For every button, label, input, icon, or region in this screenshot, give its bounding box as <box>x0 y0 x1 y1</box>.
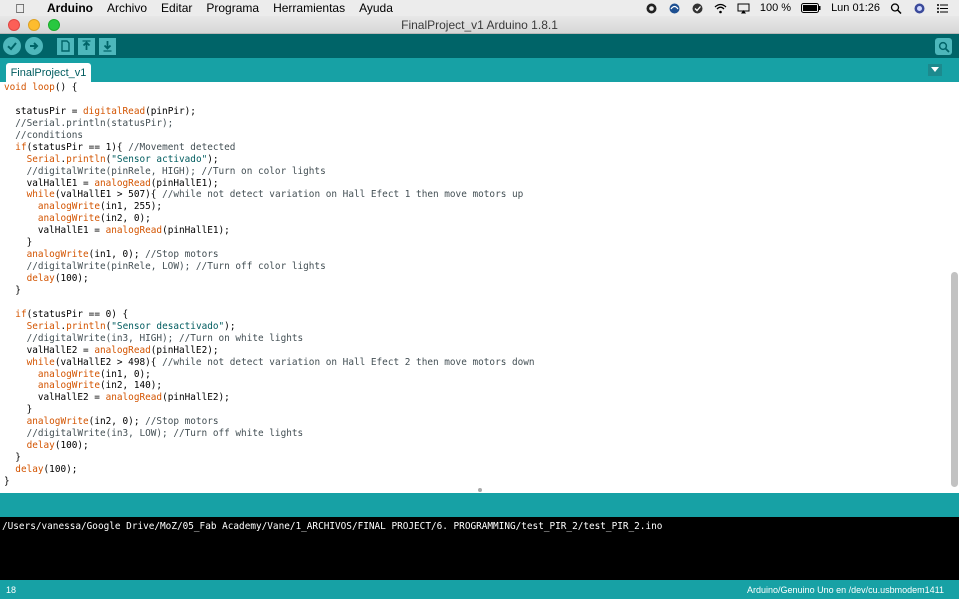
save-sketch-button[interactable] <box>99 37 116 55</box>
apple-icon[interactable]:  <box>0 1 40 16</box>
window-controls <box>8 18 60 31</box>
code-line[interactable]: valHallE2 = analogRead(pinHallE2); <box>4 392 535 404</box>
arrow-right-icon <box>30 42 39 50</box>
sync-app-icon[interactable] <box>668 3 681 14</box>
app-status-icon[interactable] <box>691 3 704 14</box>
creative-cloud-icon[interactable] <box>645 3 658 14</box>
code-line[interactable]: valHallE1 = analogRead(pinHallE1); <box>4 225 535 237</box>
code-line[interactable]: analogWrite(in1, 255); <box>4 201 535 213</box>
serial-monitor-button[interactable] <box>935 38 952 55</box>
tab-finalproject-v1[interactable]: FinalProject_v1 <box>6 63 91 82</box>
minimize-window-button[interactable] <box>28 18 40 31</box>
code-line[interactable]: delay(100); <box>4 440 535 452</box>
code-line[interactable]: analogWrite(in2, 0); <box>4 213 535 225</box>
code-line[interactable]: if(statusPir == 1){ //Movement detected <box>4 142 535 154</box>
code-line[interactable]: Serial.println("Sensor activado"); <box>4 154 535 166</box>
code-line[interactable]: while(valHallE2 > 498){ //while not dete… <box>4 357 535 369</box>
arrow-down-icon <box>103 41 112 52</box>
triangle-down-icon <box>931 67 939 72</box>
menubar-clock[interactable]: Lun 01:26 <box>831 2 880 14</box>
window-titlebar[interactable]: FinalProject_v1 Arduino 1.8.1 <box>0 16 959 34</box>
arduino-toolbar <box>0 34 959 58</box>
console-output[interactable]: /Users/vanessa/Google Drive/MoZ/05_Fab A… <box>0 517 959 580</box>
code-line[interactable]: if(statusPir == 0) { <box>4 309 535 321</box>
menu-programa[interactable]: Programa <box>199 1 266 15</box>
menubar-status-area: 100 % Lun 01:26 <box>645 2 959 14</box>
status-bar: 18 Arduino/Genuino Uno en /dev/cu.usbmod… <box>0 580 959 599</box>
menu-herramientas[interactable]: Herramientas <box>266 1 352 15</box>
board-port-info: Arduino/Genuino Uno en /dev/cu.usbmodem1… <box>747 585 944 595</box>
verify-button[interactable] <box>3 37 21 55</box>
siri-icon[interactable] <box>913 3 926 14</box>
open-sketch-button[interactable] <box>78 37 95 55</box>
console-text: /Users/vanessa/Google Drive/MoZ/05_Fab A… <box>2 521 663 532</box>
editor-scrollbar[interactable] <box>951 272 958 487</box>
checkmark-icon <box>7 42 17 51</box>
code-line[interactable]: } <box>4 404 535 416</box>
code-text[interactable]: void loop() {​ statusPir = digitalRead(p… <box>4 82 535 488</box>
code-line[interactable]: while(valHallE1 > 507){ //while not dete… <box>4 189 535 201</box>
spotlight-search-icon[interactable] <box>890 2 903 14</box>
upload-button[interactable] <box>25 37 43 55</box>
code-line[interactable]: //digitalWrite(in3, HIGH); //Turn on whi… <box>4 333 535 345</box>
code-line[interactable]: statusPir = digitalRead(pinPir); <box>4 106 535 118</box>
code-line[interactable]: //digitalWrite(pinRele, LOW); //Turn off… <box>4 261 535 273</box>
new-sketch-button[interactable] <box>57 37 74 55</box>
code-line[interactable]: analogWrite(in2, 0); //Stop motors <box>4 416 535 428</box>
code-line[interactable]: } <box>4 476 535 488</box>
code-line[interactable]: } <box>4 237 535 249</box>
code-line[interactable]: void loop() { <box>4 82 535 94</box>
battery-icon[interactable] <box>801 3 821 13</box>
code-line[interactable]: ​ <box>4 297 535 309</box>
menu-ayuda[interactable]: Ayuda <box>352 1 400 15</box>
code-line[interactable]: //digitalWrite(pinRele, HIGH); //Turn on… <box>4 166 535 178</box>
code-line[interactable]: valHallE2 = analogRead(pinHallE2); <box>4 345 535 357</box>
code-line[interactable]: delay(100); <box>4 464 535 476</box>
menu-archivo[interactable]: Archivo <box>100 1 154 15</box>
new-file-icon <box>61 40 70 52</box>
code-line[interactable]: valHallE1 = analogRead(pinHallE1); <box>4 178 535 190</box>
macos-menubar:  Arduino Archivo Editar Programa Herram… <box>0 0 959 16</box>
splitter-handle[interactable] <box>478 488 482 492</box>
wifi-icon[interactable] <box>714 3 727 14</box>
close-window-button[interactable] <box>8 18 20 31</box>
code-line[interactable]: analogWrite(in2, 140); <box>4 380 535 392</box>
code-line[interactable]: analogWrite(in1, 0); <box>4 369 535 381</box>
code-line[interactable]: Serial.println("Sensor desactivado"); <box>4 321 535 333</box>
code-line[interactable]: //Serial.println(statusPir); <box>4 118 535 130</box>
tab-menu-button[interactable] <box>928 64 942 76</box>
arrow-up-icon <box>82 40 91 50</box>
notification-center-icon[interactable] <box>936 3 949 14</box>
code-line[interactable]: //digitalWrite(in3, LOW); //Turn off whi… <box>4 428 535 440</box>
code-line[interactable]: //conditions <box>4 130 535 142</box>
code-line[interactable]: } <box>4 285 535 297</box>
code-line[interactable]: delay(100); <box>4 273 535 285</box>
menu-editar[interactable]: Editar <box>154 1 199 15</box>
code-line[interactable]: ​ <box>4 94 535 106</box>
battery-percentage: 100 % <box>759 2 792 14</box>
zoom-window-button[interactable] <box>48 18 60 31</box>
menu-app-arduino[interactable]: Arduino <box>40 1 100 15</box>
code-line[interactable]: } <box>4 452 535 464</box>
magnifier-icon <box>938 41 950 53</box>
code-line[interactable]: analogWrite(in1, 0); //Stop motors <box>4 249 535 261</box>
line-number: 18 <box>6 585 17 595</box>
code-editor[interactable]: void loop() {​ statusPir = digitalRead(p… <box>0 82 959 493</box>
window-title: FinalProject_v1 Arduino 1.8.1 <box>401 17 558 32</box>
sketch-tab-bar: FinalProject_v1 <box>0 58 959 82</box>
airplay-icon[interactable] <box>737 3 750 14</box>
editor-console-splitter[interactable] <box>0 488 959 517</box>
